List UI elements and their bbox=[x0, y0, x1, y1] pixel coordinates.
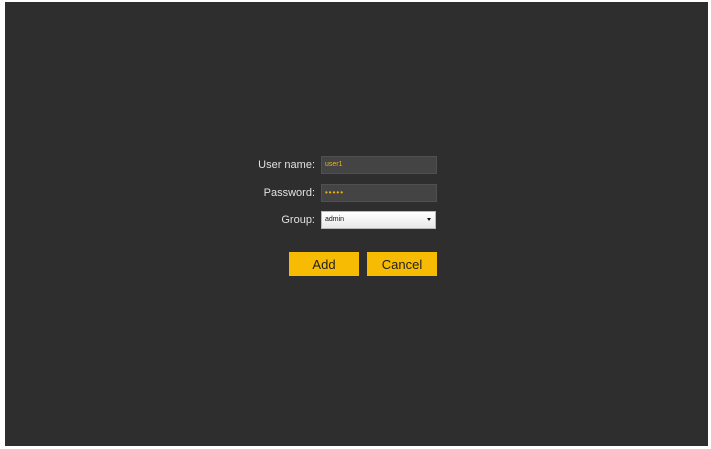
chevron-down-icon bbox=[427, 218, 431, 221]
password-field[interactable]: ••••• bbox=[321, 184, 437, 202]
password-label: Password: bbox=[263, 187, 315, 199]
password-row: Password: ••••• bbox=[5, 184, 708, 202]
username-field[interactable]: user1 bbox=[321, 156, 437, 174]
username-row: User name: user1 bbox=[5, 156, 708, 174]
add-user-screen: User name: user1 Password: ••••• Group: … bbox=[5, 2, 708, 446]
username-label: User name: bbox=[258, 159, 315, 171]
add-button[interactable]: Add bbox=[289, 252, 359, 276]
group-label: Group: bbox=[281, 214, 315, 226]
cancel-button[interactable]: Cancel bbox=[367, 252, 437, 276]
add-user-form: User name: user1 Password: ••••• Group: … bbox=[5, 2, 708, 446]
group-select[interactable]: admin bbox=[321, 211, 436, 229]
group-selected-value: admin bbox=[325, 216, 345, 223]
group-row: Group: admin bbox=[5, 211, 708, 229]
